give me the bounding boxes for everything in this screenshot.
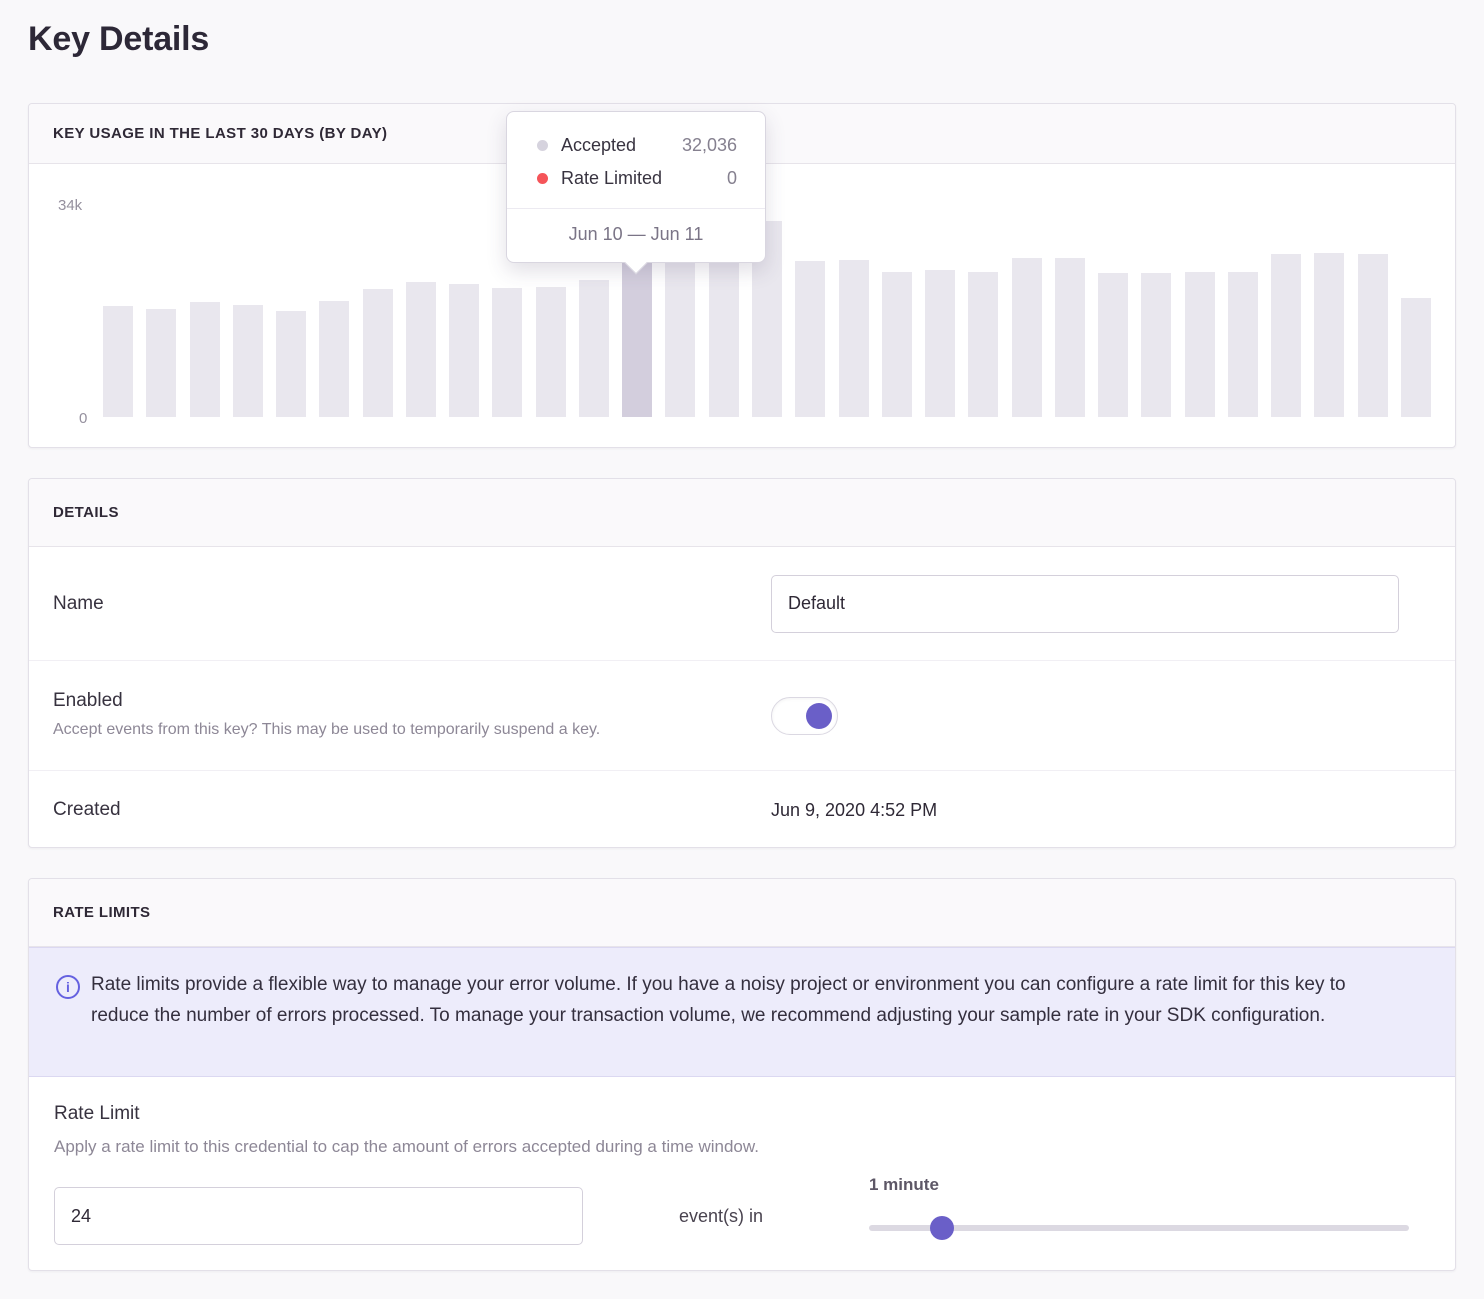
chart-bar[interactable] bbox=[406, 282, 436, 417]
enabled-toggle[interactable] bbox=[771, 697, 838, 735]
created-value: Jun 9, 2020 4:52 PM bbox=[771, 800, 937, 820]
tooltip-series-label: Rate Limited bbox=[561, 168, 662, 189]
rate-window-slider[interactable] bbox=[869, 1225, 1409, 1231]
chart-bar[interactable] bbox=[276, 311, 306, 417]
chart-bar[interactable] bbox=[1314, 253, 1344, 417]
rate-window-slider-thumb[interactable] bbox=[930, 1216, 954, 1240]
tooltip-series-label: Accepted bbox=[561, 135, 636, 156]
chart-bar[interactable] bbox=[190, 302, 220, 417]
rate-limits-info-text: Rate limits provide a flexible way to ma… bbox=[91, 969, 1385, 1031]
rate-limit-help-text: Apply a rate limit to this credential to… bbox=[54, 1137, 1409, 1157]
rate-limited-dot-icon bbox=[537, 173, 548, 184]
chart-bar[interactable] bbox=[1055, 258, 1085, 417]
chart-bar[interactable] bbox=[492, 288, 522, 417]
created-label: Created bbox=[53, 799, 747, 821]
rate-limit-row: Rate Limit Apply a rate limit to this cr… bbox=[29, 1077, 1455, 1272]
bar-plot bbox=[103, 203, 1431, 417]
chart-tooltip: Accepted 32,036 Rate Limited 0 Jun 10 — … bbox=[506, 111, 766, 263]
chart-bar[interactable] bbox=[579, 280, 609, 417]
chart-bar[interactable] bbox=[709, 257, 739, 417]
tooltip-series-value: 0 bbox=[727, 168, 737, 189]
enabled-label: Enabled bbox=[53, 690, 747, 712]
chart-bar[interactable] bbox=[319, 301, 349, 417]
y-axis-min-label: 0 bbox=[79, 410, 87, 427]
name-row: Name bbox=[29, 547, 1455, 661]
chart-bar[interactable] bbox=[1141, 273, 1171, 417]
rate-limits-info-alert: i Rate limits provide a flexible way to … bbox=[29, 947, 1455, 1077]
rate-limit-count-input[interactable] bbox=[54, 1187, 583, 1245]
chart-bar[interactable] bbox=[1228, 272, 1258, 417]
tooltip-row-rate-limited: Rate Limited 0 bbox=[537, 162, 737, 195]
chart-bar[interactable] bbox=[622, 261, 652, 417]
chart-bar[interactable] bbox=[103, 306, 133, 417]
name-label: Name bbox=[53, 593, 747, 615]
chart-bar[interactable] bbox=[665, 257, 695, 417]
rate-limits-panel: RATE LIMITS i Rate limits provide a flex… bbox=[28, 878, 1456, 1271]
created-row: Created Jun 9, 2020 4:52 PM bbox=[29, 771, 1455, 849]
chart-bar[interactable] bbox=[968, 272, 998, 417]
name-input[interactable] bbox=[771, 575, 1399, 633]
key-usage-panel: KEY USAGE IN THE LAST 30 DAYS (BY DAY) 3… bbox=[28, 103, 1456, 448]
chart-bar[interactable] bbox=[449, 284, 479, 417]
info-icon: i bbox=[56, 975, 80, 999]
enabled-help-text: Accept events from this key? This may be… bbox=[53, 719, 747, 741]
events-in-label: event(s) in bbox=[679, 1187, 763, 1245]
chart-bar[interactable] bbox=[839, 260, 869, 417]
chart-bar[interactable] bbox=[882, 272, 912, 417]
toggle-knob bbox=[806, 703, 832, 729]
rate-limits-panel-header: RATE LIMITS bbox=[29, 879, 1455, 947]
tooltip-row-accepted: Accepted 32,036 bbox=[537, 129, 737, 162]
chart-bar[interactable] bbox=[795, 261, 825, 417]
chart-bar[interactable] bbox=[925, 270, 955, 417]
details-panel-header: DETAILS bbox=[29, 479, 1455, 547]
rate-window-value-label: 1 minute bbox=[869, 1175, 1409, 1195]
rate-limit-label: Rate Limit bbox=[54, 1103, 1409, 1125]
chart-bar[interactable] bbox=[536, 287, 566, 417]
details-panel: DETAILS Name Enabled Accept events from … bbox=[28, 478, 1456, 848]
chart-bar[interactable] bbox=[146, 309, 176, 417]
chart-bar[interactable] bbox=[1012, 258, 1042, 417]
page-title: Key Details bbox=[28, 20, 209, 59]
y-axis-max-label: 34k bbox=[58, 197, 82, 214]
accepted-dot-icon bbox=[537, 140, 548, 151]
chart-bar[interactable] bbox=[363, 289, 393, 417]
enabled-row: Enabled Accept events from this key? Thi… bbox=[29, 661, 1455, 771]
chart-bar[interactable] bbox=[1098, 273, 1128, 417]
chart-bar[interactable] bbox=[233, 305, 263, 417]
tooltip-series-value: 32,036 bbox=[682, 135, 737, 156]
chart-bar[interactable] bbox=[1358, 254, 1388, 417]
rate-window-slider-group: 1 minute bbox=[869, 1175, 1409, 1231]
chart-bar[interactable] bbox=[1401, 298, 1431, 417]
chart-bar[interactable] bbox=[1185, 272, 1215, 417]
chart-bar[interactable] bbox=[1271, 254, 1301, 417]
